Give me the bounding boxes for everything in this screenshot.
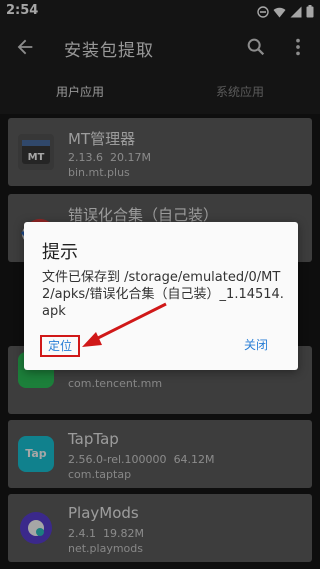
close-button[interactable]: 关闭 [244,336,268,353]
dialog-title: 提示 [42,242,78,263]
annotation-arrow-icon [82,302,167,347]
